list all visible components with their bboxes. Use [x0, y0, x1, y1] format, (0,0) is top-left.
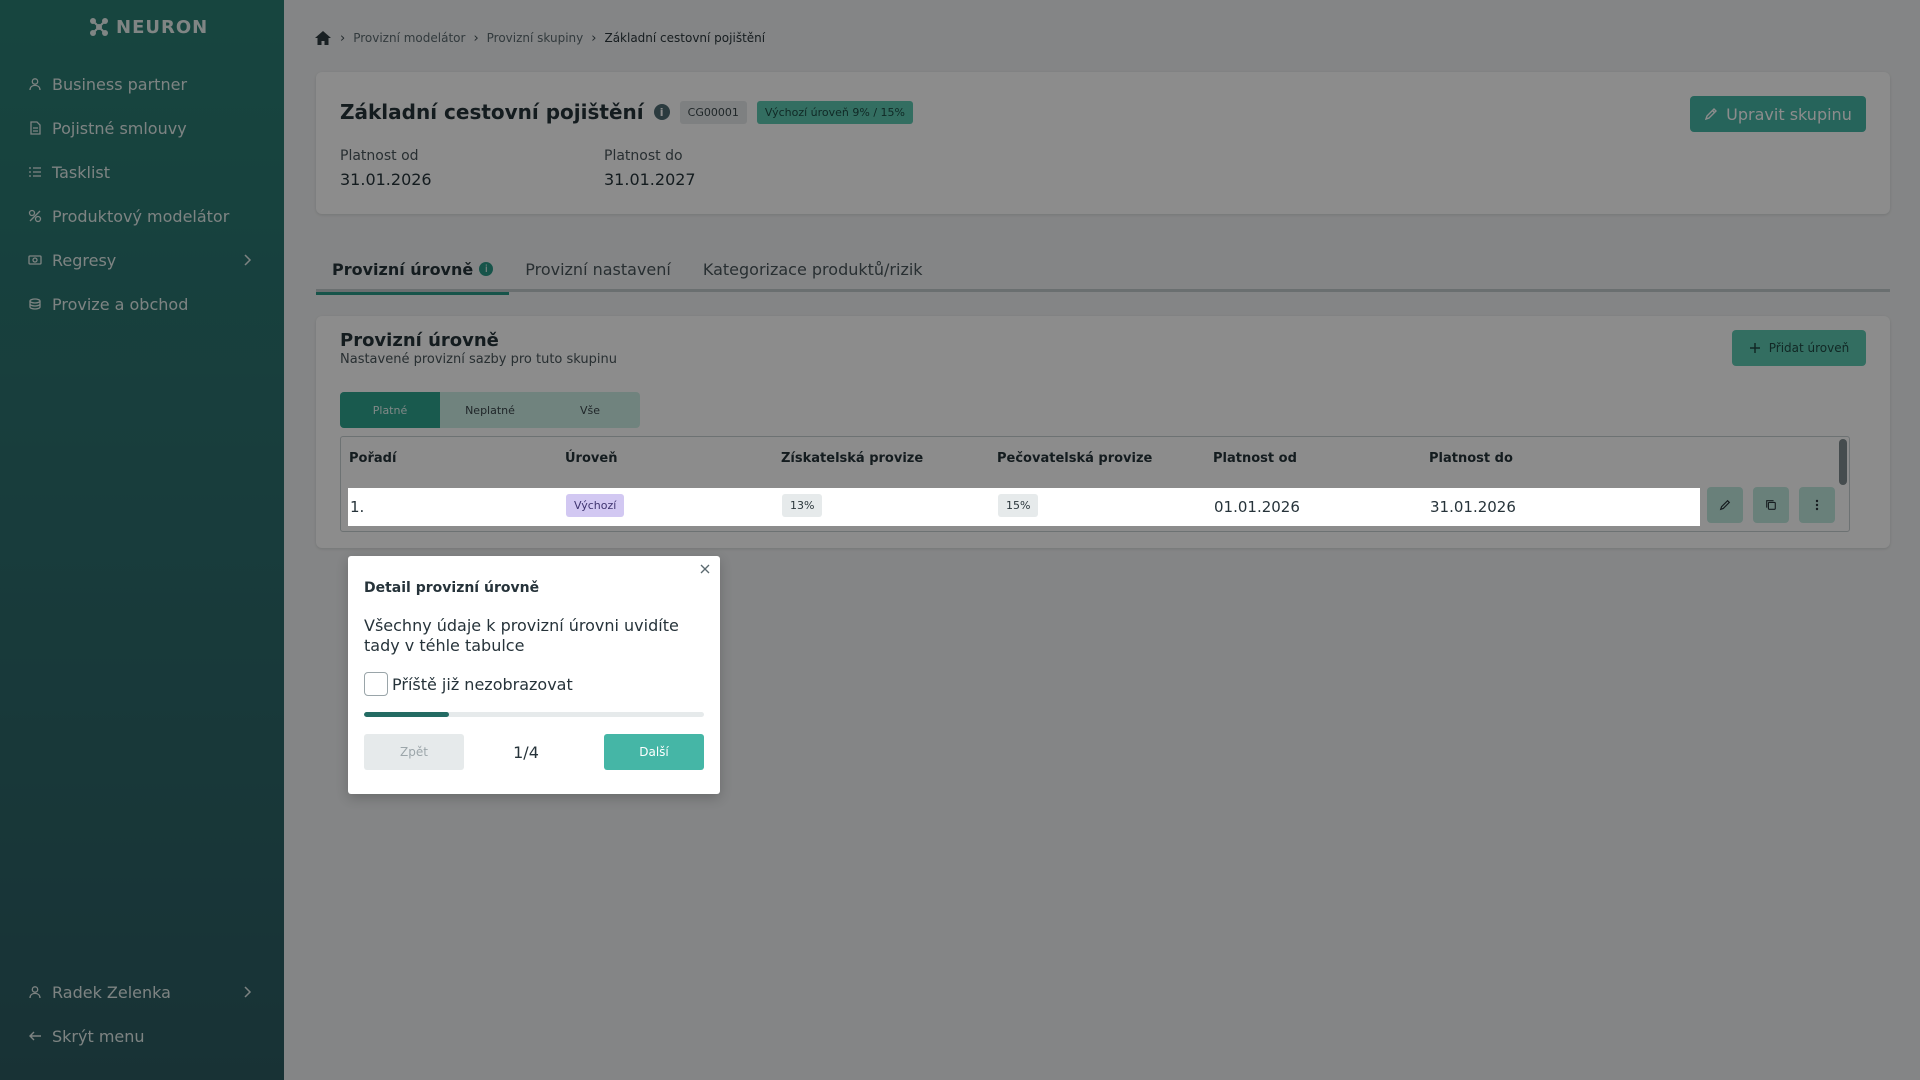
cell-valid-from: 01.01.2026 — [1214, 498, 1300, 516]
popover-title: Detail provizní úrovně — [364, 580, 540, 596]
care-commission-badge: 15% — [998, 494, 1039, 517]
popover-text: Všechny údaje k provizní úrovni uvidíte … — [364, 616, 679, 655]
next-button[interactable]: Další — [604, 734, 704, 770]
acquisition-commission-badge: 13% — [782, 494, 823, 517]
cell-order: 1. — [350, 498, 365, 516]
dont-show-again[interactable]: Příště již nezobrazovat — [364, 672, 573, 696]
dont-show-again-checkbox[interactable] — [364, 672, 388, 696]
step-counter: 1/4 — [513, 742, 539, 762]
dont-show-again-label: Příště již nezobrazovat — [392, 674, 573, 694]
back-button[interactable]: Zpět — [364, 734, 464, 770]
tour-progress — [364, 712, 704, 717]
level-badge: Výchozí — [566, 494, 625, 517]
tour-popover: Detail provizní úrovně Všechny údaje k p… — [348, 556, 720, 794]
close-icon[interactable] — [698, 562, 712, 576]
cell-valid-to: 31.01.2026 — [1430, 498, 1516, 516]
tour-progress-fill — [364, 712, 449, 717]
tour-overlay — [0, 0, 1920, 1080]
table-row[interactable]: 1. Výchozí 13% 15% 01.01.2026 31.01.2026 — [348, 488, 1700, 526]
